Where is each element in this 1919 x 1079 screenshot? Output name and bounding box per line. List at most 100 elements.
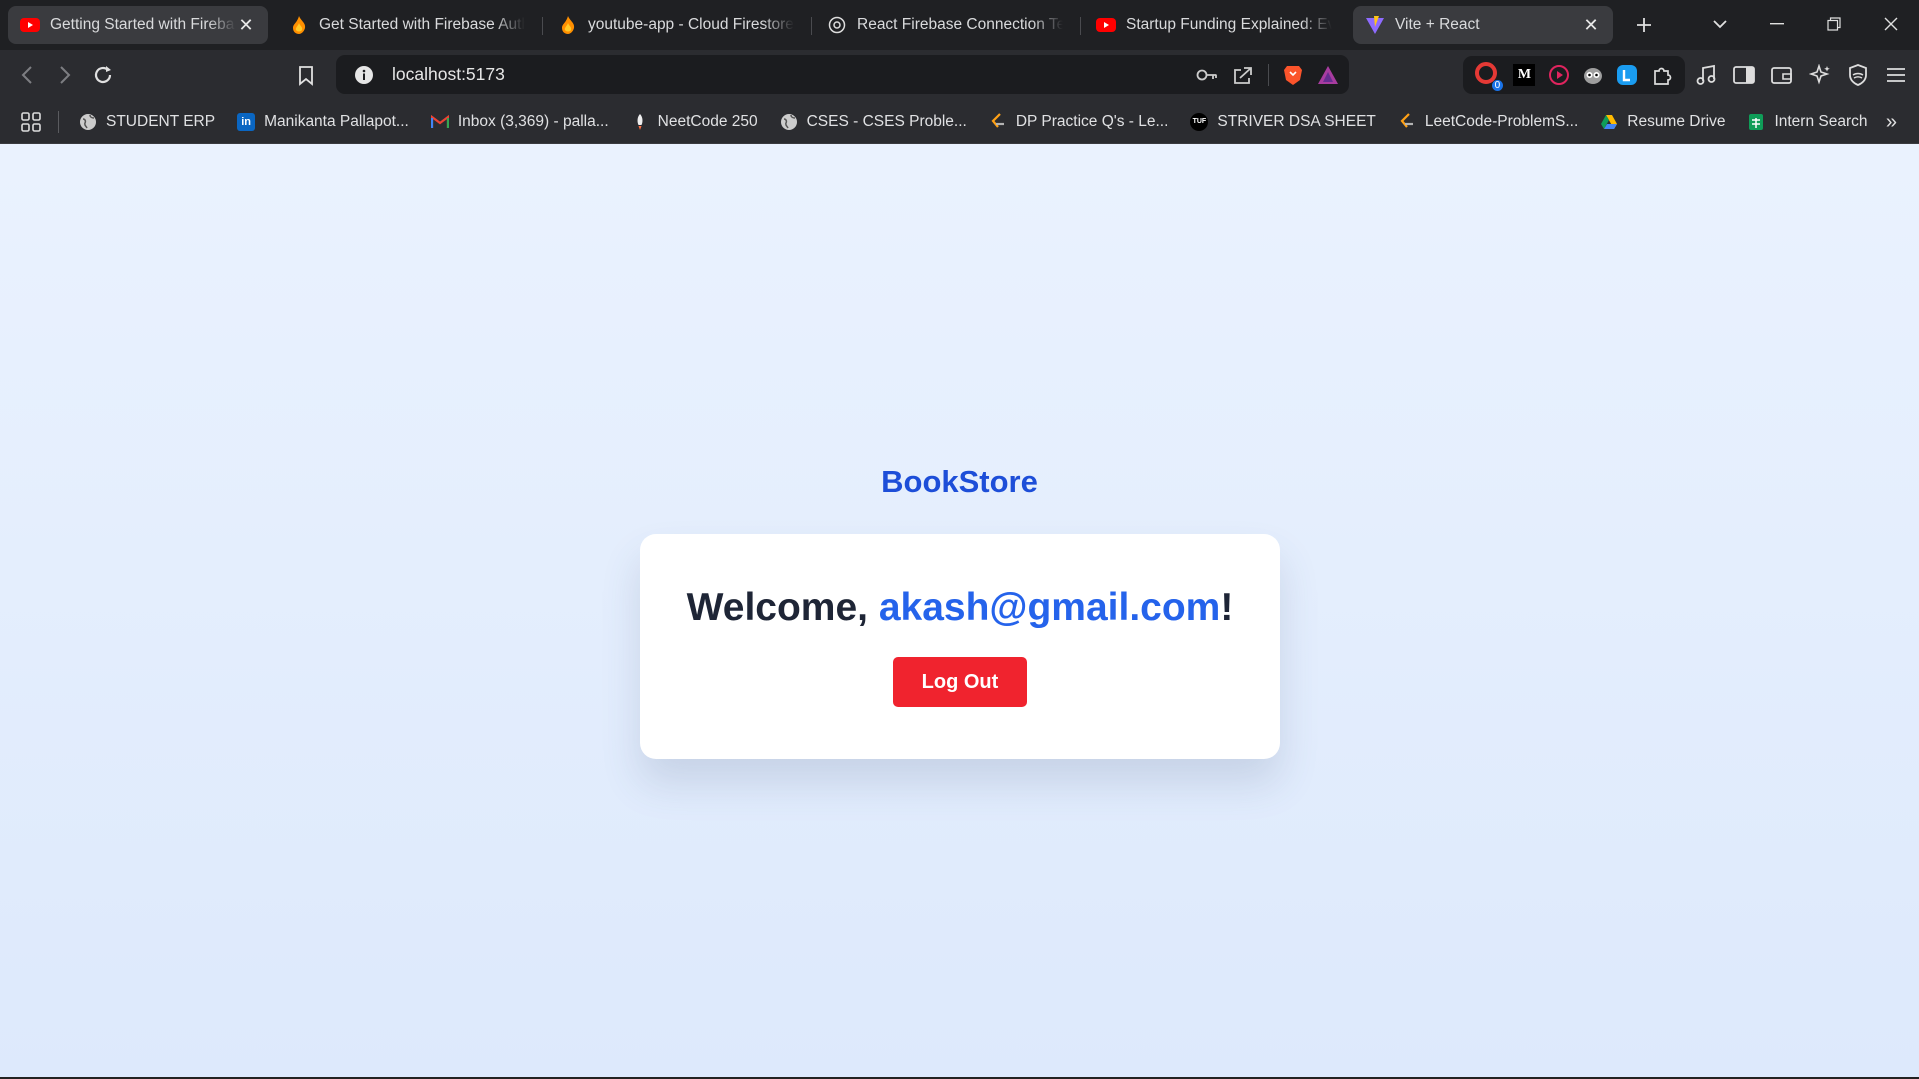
bookmark-dp-practice[interactable]: DP Practice Q's - Le... <box>989 112 1169 131</box>
vpn-button[interactable] <box>1842 60 1873 91</box>
youtube-icon <box>20 15 40 35</box>
bookmark-page-button[interactable] <box>287 56 325 94</box>
bookmark-student-erp[interactable]: STUDENT ERP <box>79 113 215 131</box>
wallet-button[interactable] <box>1766 60 1797 91</box>
brand-title: BookStore <box>881 464 1038 499</box>
bookmarks-bar: STUDENT ERP in Manikanta Pallapot... Inb… <box>0 100 1919 144</box>
tab-title: React Firebase Connection Test <box>857 16 1063 33</box>
puzzle-icon[interactable] <box>1651 64 1673 86</box>
tuf-icon: TUF <box>1190 112 1209 131</box>
welcome-suffix: ! <box>1220 586 1234 629</box>
bookmark-striver[interactable]: TUF STRIVER DSA SHEET <box>1190 112 1376 131</box>
bookmark-resume-drive[interactable]: Resume Drive <box>1600 113 1725 131</box>
forward-button[interactable] <box>46 56 84 94</box>
divider <box>1268 63 1269 86</box>
tab-getting-started-firebase[interactable]: Getting Started with Fireba ✕ <box>8 6 268 44</box>
medium-extension-icon[interactable]: M <box>1513 64 1536 86</box>
key-icon[interactable] <box>1196 68 1218 82</box>
leetcode-icon <box>1398 112 1416 131</box>
shield-icon <box>1848 64 1867 86</box>
hamburger-menu-icon <box>1886 68 1905 82</box>
restore-icon <box>1826 17 1841 31</box>
music-note-icon <box>1696 64 1715 85</box>
close-tab-icon[interactable]: ✕ <box>236 15 256 35</box>
leo-ai-button[interactable] <box>1804 60 1835 91</box>
url-text[interactable]: localhost:5173 <box>392 64 505 85</box>
tab-title: Startup Funding Explained: Ever <box>1126 16 1332 33</box>
video-speed-extension-icon[interactable] <box>1548 64 1570 86</box>
youtube-icon <box>1096 15 1116 35</box>
apps-grid-icon[interactable] <box>20 111 42 133</box>
toolbar-right-icons <box>1690 56 1911 94</box>
reload-button[interactable] <box>84 56 122 94</box>
welcome-heading: Welcome, akash@gmail.com! <box>640 586 1280 630</box>
close-window-button[interactable] <box>1862 0 1919 48</box>
forward-arrow-icon <box>60 66 71 84</box>
leetcode-icon <box>989 112 1007 131</box>
owl-extension-icon[interactable] <box>1582 64 1604 86</box>
address-bar[interactable]: localhost:5173 <box>336 55 1349 94</box>
tab-title: youtube-app - Cloud Firestore <box>588 16 794 33</box>
bookmark-gmail[interactable]: Inbox (3,369) - palla... <box>430 112 609 131</box>
tab-react-firebase-test[interactable]: React Firebase Connection Test <box>815 6 1081 44</box>
tab-startup-funding[interactable]: Startup Funding Explained: Ever <box>1084 6 1344 44</box>
bookmark-label: LeetCode-ProblemS... <box>1424 112 1579 130</box>
brave-shields-icon[interactable] <box>1283 64 1303 86</box>
tab-separator <box>811 17 812 35</box>
plus-icon <box>1637 18 1651 32</box>
bookmark-leetcode-problems[interactable]: LeetCode-ProblemS... <box>1398 113 1578 131</box>
sidebar-toggle-button[interactable] <box>1728 60 1759 91</box>
blue-extension-icon[interactable] <box>1616 64 1638 86</box>
browser-toolbar: localhost:5173 0 M <box>0 50 1919 100</box>
menu-button[interactable] <box>1880 60 1911 91</box>
user-email: akash@gmail.com <box>878 586 1221 629</box>
bookmark-neetcode[interactable]: NeetCode 250 <box>631 113 758 131</box>
sparkle-icon <box>1808 64 1830 85</box>
bookmark-label: Intern Search <box>1774 112 1868 130</box>
globe-icon <box>827 15 847 35</box>
more-bookmarks-icon[interactable]: » <box>1886 111 1897 134</box>
close-tab-icon[interactable]: ✕ <box>1581 15 1601 35</box>
tab-firebase-auth[interactable]: Get Started with Firebase Authe <box>277 6 543 44</box>
vite-icon <box>1365 15 1385 35</box>
tab-strip: Getting Started with Fireba ✕ Get Starte… <box>0 0 1919 50</box>
bookmark-linkedin[interactable]: in Manikanta Pallapot... <box>237 112 409 131</box>
firebase-icon <box>289 15 309 35</box>
chevron-down-icon <box>1712 20 1727 29</box>
site-info-icon[interactable] <box>354 65 374 85</box>
reload-icon <box>94 66 112 84</box>
window-controls <box>1691 0 1919 48</box>
bookmarks-divider <box>58 110 59 133</box>
bookmark-intern-search[interactable]: Intern Search <box>1747 112 1868 131</box>
bookmark-label: CSES - CSES Proble... <box>806 112 967 130</box>
media-button[interactable] <box>1690 60 1721 91</box>
restore-button[interactable] <box>1805 0 1862 48</box>
tab-title: Get Started with Firebase Authe <box>319 16 525 33</box>
minimize-icon <box>1769 23 1784 25</box>
bookmark-label: Inbox (3,369) - palla... <box>457 112 609 130</box>
wallet-icon <box>1770 67 1792 84</box>
logout-button[interactable]: Log Out <box>893 657 1027 707</box>
tab-vite-react[interactable]: Vite + React ✕ <box>1353 6 1613 44</box>
tab-cloud-firestore[interactable]: youtube-app - Cloud Firestore <box>546 6 812 44</box>
welcome-card: Welcome, akash@gmail.com! Log Out <box>640 534 1280 759</box>
back-button[interactable] <box>8 56 46 94</box>
bookmark-label: Resume Drive <box>1627 112 1726 130</box>
rocket-icon <box>631 113 649 131</box>
new-tab-button[interactable] <box>1626 7 1662 43</box>
bookmark-cses[interactable]: CSES - CSES Proble... <box>780 113 967 131</box>
brave-rewards-icon[interactable] <box>1317 65 1339 85</box>
welcome-prefix: Welcome, <box>686 586 879 629</box>
extension-badge-button[interactable]: 0 <box>1475 62 1504 91</box>
bookmark-label: Manikanta Pallapot... <box>264 112 409 130</box>
tab-search-button[interactable] <box>1691 0 1748 48</box>
bookmark-label: DP Practice Q's - Le... <box>1015 112 1169 130</box>
back-arrow-icon <box>21 66 32 84</box>
share-icon[interactable] <box>1232 65 1254 85</box>
firebase-icon <box>558 15 578 35</box>
tab-title: Getting Started with Fireba <box>50 16 235 33</box>
drive-icon <box>1600 113 1618 131</box>
globe-icon <box>79 113 97 131</box>
tab-separator <box>542 17 543 35</box>
minimize-button[interactable] <box>1748 0 1805 48</box>
